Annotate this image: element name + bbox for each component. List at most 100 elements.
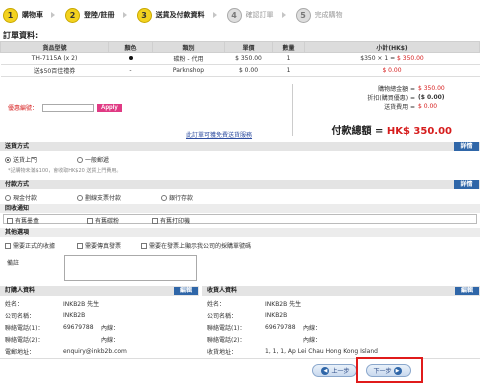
payment-detail-button[interactable]: 詳情 — [454, 180, 479, 189]
summary-row: 購物總金額 = $ 350.00 — [296, 84, 480, 93]
receiver-field-extra: 內線： — [303, 324, 322, 332]
summary-value: $ 350.00 — [418, 85, 445, 92]
row-subtotal: $ 0.00 — [304, 64, 480, 77]
orderer-field-label: 聯絡電話(1)： — [5, 324, 44, 332]
shipping-post-label: 一般郵遞 — [85, 157, 110, 164]
order-total: 付款總額 = HK$ 350.00 — [332, 122, 453, 137]
receiver-field-label: 聯絡電話(2)： — [207, 336, 246, 344]
col-unit-price: 單價 — [224, 41, 273, 53]
apply-button[interactable]: Apply — [97, 103, 122, 112]
notify-option: 有舊碳粉 — [87, 216, 119, 225]
receiver-field-label: 聯絡電話(1)： — [207, 324, 246, 332]
orderer-row: 電郵地址： enquiry@inkb2b.com — [5, 346, 127, 356]
payment-bank-label: 銀行存款 — [169, 195, 194, 202]
col-subtotal: 小計(HK$) — [304, 41, 480, 53]
notify-printer-label: 有舊打印機 — [160, 218, 191, 225]
row-model: TH-7115A (x 2) — [0, 52, 109, 65]
orderer-field-label: 電郵地址： — [5, 348, 36, 356]
prev-step-label: 上一步 — [331, 368, 350, 375]
payment-cash-radio[interactable] — [5, 194, 11, 201]
col-model: 貨品型號 — [0, 41, 109, 53]
receiver-edit-button[interactable]: 編輯 — [455, 287, 479, 295]
step-2-label: 登陸/註冊 — [84, 11, 115, 19]
receiver-field-value: INKB2B 先生 — [265, 300, 302, 308]
summary-label: 送貨費用 = — [384, 104, 415, 111]
payment-cash-label: 現金付款 — [13, 195, 38, 202]
step-arrow-icon — [51, 12, 55, 18]
step-2-number: 2 — [65, 7, 80, 23]
order-table-header: 貨品型號 顏色 類別 單價 數量 小計(HK$) — [0, 41, 480, 53]
step-3-number: 3 — [136, 7, 152, 23]
row-color — [108, 52, 153, 65]
payment-section-header: 付款方式 詳情 — [0, 180, 480, 189]
orderer-row: 聯絡電話(2)： 內線： — [5, 334, 119, 344]
prev-step-button[interactable]: ◀ 上一步 — [312, 364, 357, 377]
orderer-field-value: INKB2B 先生 — [63, 300, 100, 308]
orderer-section-header: 訂購人資料 編輯 — [0, 286, 199, 296]
orderer-edit-button[interactable]: 編輯 — [174, 287, 198, 295]
subtotal-formula: $350 × 1 = — [360, 55, 398, 62]
orderer-row: 姓名： INKB2B 先生 — [5, 298, 99, 308]
step-2: 2 登陸/註冊 — [65, 7, 127, 23]
shipping-post-radio[interactable] — [77, 156, 84, 163]
remarks-textarea[interactable] — [64, 255, 197, 281]
remarks-label: 備註 — [7, 260, 20, 267]
coupon-input[interactable] — [42, 103, 95, 112]
highlight-box — [356, 357, 423, 383]
shipping-options: 送貨上門 一般郵遞 — [5, 155, 109, 164]
shipping-section-header: 送貨方式 詳情 — [0, 142, 480, 151]
notify-printer-checkbox[interactable] — [152, 217, 158, 224]
receipt-checkbox[interactable] — [5, 242, 11, 249]
summary-value: ($ 0.00) — [418, 94, 445, 101]
row-subtotal: $350 × 1 = $ 350.00 — [304, 52, 480, 65]
fax-invoice-checkbox[interactable] — [77, 242, 84, 249]
orderer-field-label: 公司名稱： — [5, 312, 36, 320]
payment-cheque-radio[interactable] — [77, 194, 84, 201]
notify-option: 有舊墨盒 — [7, 216, 39, 225]
shipping-door-radio[interactable] — [5, 156, 11, 163]
receiver-field-extra: 內線： — [303, 336, 322, 344]
order-table: 貨品型號 顏色 類別 單價 數量 小計(HK$) TH-7115A (x 2) … — [0, 41, 480, 77]
notify-cartridge-checkbox[interactable] — [7, 217, 13, 224]
notify-cartridge-label: 有舊墨盒 — [15, 218, 40, 225]
other-options: 需要正式的收據 需要傳真發票 需要在發票上顯示我公司的採購單號碼 — [5, 241, 251, 250]
summary-row: 送貨費用 = $ 0.00 — [296, 102, 480, 111]
notify-title: 回收通知 — [5, 205, 30, 212]
step-4-number: 4 — [226, 7, 242, 23]
payment-bank-radio[interactable] — [161, 194, 168, 201]
other-title: 其他選項 — [5, 229, 30, 236]
col-qty: 數量 — [272, 41, 305, 53]
receiver-field-value: 69679788 — [265, 323, 296, 331]
payment-title: 付款方式 — [5, 181, 30, 188]
col-color: 顏色 — [108, 41, 153, 53]
step-1-number: 1 — [3, 7, 18, 23]
row-qty: 1 — [272, 52, 305, 65]
table-row: 送$50百佳禮券 - Parknshop $ 0.00 1 $ 0.00 — [0, 64, 480, 77]
row-category: 碳粉 - 代用 — [152, 52, 225, 65]
step-1-label: 購物車 — [22, 11, 43, 19]
color-dot-icon — [128, 56, 133, 60]
po-number-checkbox[interactable] — [141, 242, 148, 249]
orderer-field-label: 姓名： — [5, 300, 24, 308]
col-category: 類別 — [152, 41, 225, 53]
order-summary: 購物總金額 = $ 350.00 折扣(購買優惠) = ($ 0.00) 送貨費… — [296, 84, 480, 111]
receiver-field-label: 姓名： — [207, 300, 226, 308]
orderer-field-value: enquiry@inkb2b.com — [63, 347, 127, 355]
subtotal-value: $ 0.00 — [382, 67, 402, 74]
free-shipping-link[interactable]: 此訂單可獲免費送貨服務 — [186, 130, 252, 139]
step-3: 3 送貨及付款資料 — [136, 7, 217, 23]
notify-options: 有舊墨盒 有舊碳粉 有舊打印機 — [3, 214, 477, 225]
summary-label: 折扣(購買優惠) = — [367, 95, 415, 102]
coupon-label: 優惠編號： — [8, 105, 39, 112]
orderer-field-label: 聯絡電話(2)： — [5, 336, 44, 344]
row-qty: 1 — [272, 64, 305, 77]
payment-options: 現金付款 劃線支票付款 銀行存款 — [5, 193, 193, 202]
summary-label: 購物總金額 = — [378, 86, 415, 93]
receiver-title: 收貨人資料 — [207, 287, 238, 294]
receiver-field-value: 1, 1, 1, Ap Lei Chau Hong Kong Island — [265, 347, 378, 355]
table-row: TH-7115A (x 2) 碳粉 - 代用 $ 350.00 1 $350 ×… — [0, 52, 480, 65]
summary-divider — [292, 84, 293, 136]
step-5-number: 5 — [295, 7, 311, 23]
notify-toner-checkbox[interactable] — [87, 217, 93, 224]
shipping-detail-button[interactable]: 詳情 — [454, 142, 479, 151]
